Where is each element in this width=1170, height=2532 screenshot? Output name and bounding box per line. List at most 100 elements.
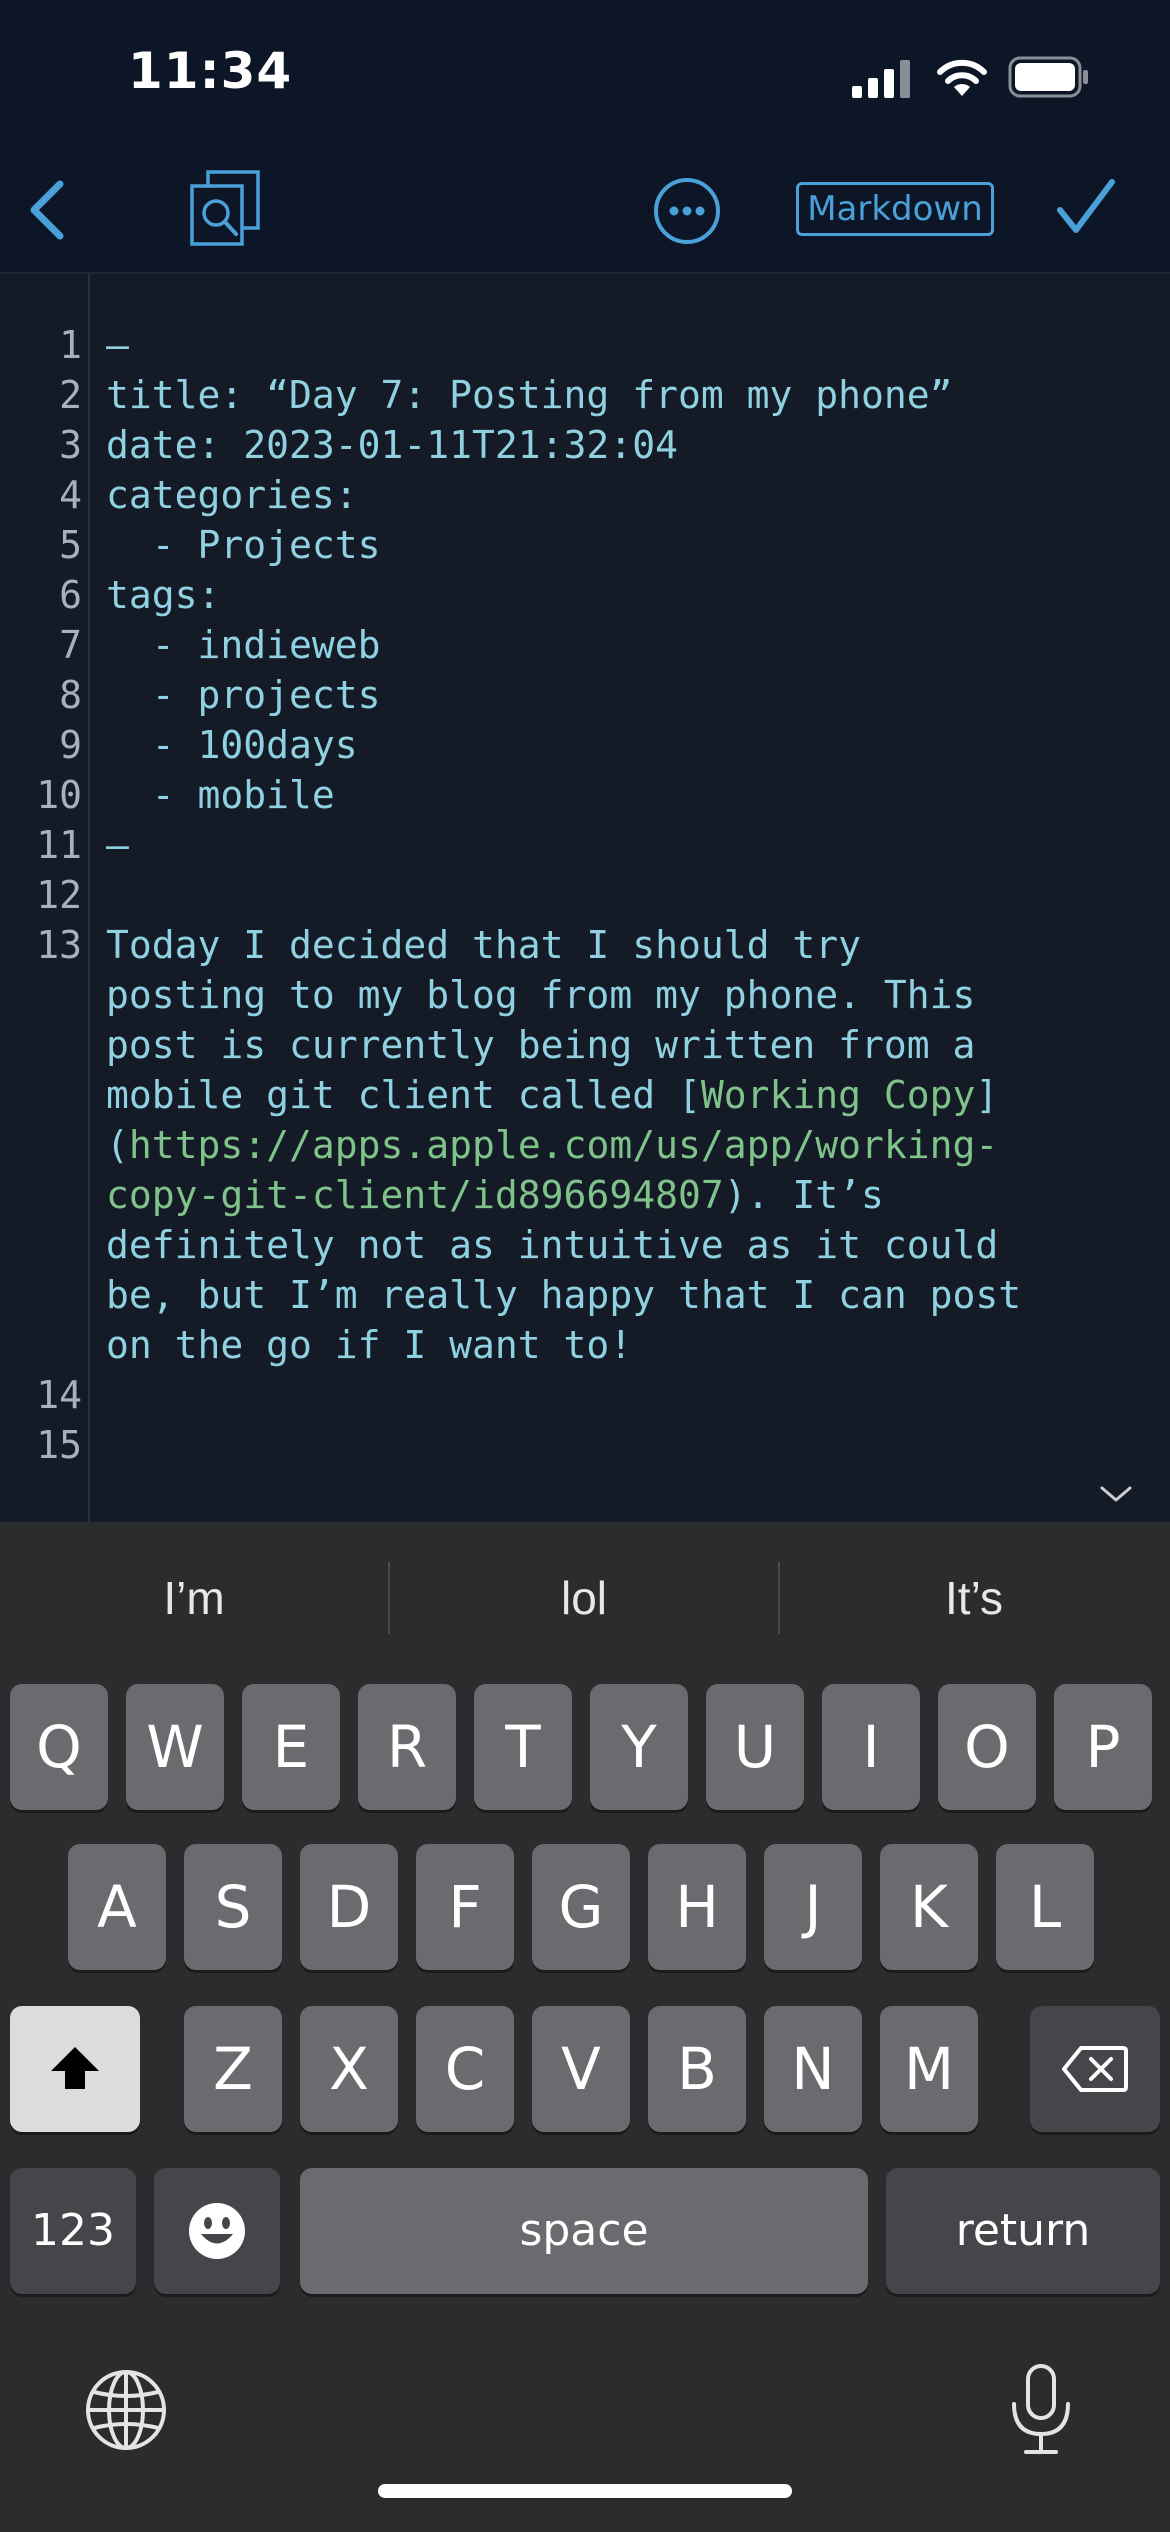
signal-icon [852,60,910,98]
link-text: Working Copy [700,1073,976,1117]
suggestion-3[interactable]: It’s [780,1550,1168,1646]
line-number: 5 [59,523,82,567]
key-h[interactable]: H [648,1844,746,1970]
code-line: on the go if I want to! [106,1320,632,1370]
key-w[interactable]: W [126,1684,224,1810]
line-text: — [106,323,129,367]
wifi-icon [937,59,987,96]
key-m[interactable]: M [880,2006,978,2132]
key-s[interactable]: S [184,1844,282,1970]
line-number: 12 [36,873,82,917]
format-badge[interactable]: Markdown [796,182,994,236]
key-t[interactable]: T [474,1684,572,1810]
microphone-icon[interactable] [1006,2362,1076,2458]
code-line: title: “Day 7: Posting from my phone” [106,370,952,420]
line-text: categories: [106,473,358,517]
code-line: — [106,820,129,870]
key-e[interactable]: E [242,1684,340,1810]
code-line: definitely not as intuitive as it could [106,1220,998,1270]
checkmark-icon[interactable] [1054,176,1118,240]
link-text: https://apps.apple.com/us/app/working- [128,1123,999,1167]
key-b[interactable]: B [648,2006,746,2132]
status-time: 11:34 [128,42,293,100]
key-l[interactable]: L [996,1844,1094,1970]
line-text: definitely not as intuitive as it could [106,1223,999,1267]
key-c[interactable]: C [416,2006,514,2132]
line-number: 13 [36,923,82,967]
space-key[interactable]: space [300,2168,868,2294]
line-text: on the go if I want to! [106,1323,633,1367]
key-u[interactable]: U [706,1684,804,1810]
code-line: (https://apps.apple.com/us/app/working- [106,1120,998,1170]
shift-icon [51,2047,99,2089]
key-p[interactable]: P [1054,1684,1152,1810]
key-i[interactable]: I [822,1684,920,1810]
emoji-icon [189,2203,245,2259]
line-number: 6 [59,573,82,617]
line-text: - mobile [106,773,335,817]
line-text: — [106,823,129,867]
keyboard: I’m lol It’s QWERTYUIOPASDFGHJKLZXCVBNM … [0,1522,1170,2532]
line-number: 8 [59,673,82,717]
line-number: 9 [59,723,82,767]
key-o[interactable]: O [938,1684,1036,1810]
code-line: mobile git client called [Working Copy] [106,1070,998,1120]
line-text: post is currently being written from a [106,1023,976,1067]
code-editor[interactable]: 1 — 2 title: “Day 7: Posting from my phone”… [0,274,1170,1522]
search-documents-icon[interactable] [186,168,266,248]
globe-icon[interactable] [84,2368,168,2452]
back-chevron-icon[interactable] [22,176,70,244]
key-k[interactable]: K [880,1844,978,1970]
code-line: - projects [106,670,381,720]
line-text: - 100days [106,723,358,767]
code-line: categories: [106,470,358,520]
key-n[interactable]: N [764,2006,862,2132]
key-r[interactable]: R [358,1684,456,1810]
line-number: 14 [36,1373,82,1417]
line-number: 1 [59,323,82,367]
key-y[interactable]: Y [590,1684,688,1810]
code-line: posting to my blog from my phone. This [106,970,975,1020]
code-line: tags: [106,570,220,620]
key-a[interactable]: A [68,1844,166,1970]
code-line: - 100days [106,720,358,770]
more-icon[interactable] [652,176,722,246]
shift-key[interactable] [10,2006,140,2132]
emoji-key[interactable] [154,2168,280,2294]
numbers-key[interactable]: 123 [10,2168,136,2294]
delete-icon [1062,2046,1128,2092]
code-line: copy-git-client/id896694807). It’s [106,1170,884,1220]
code-line: - mobile [106,770,335,820]
key-q[interactable]: Q [10,1684,108,1810]
line-text: be, but I’m really happy that I can post [106,1273,1022,1317]
suggestion-1[interactable]: I’m [0,1550,388,1646]
home-indicator[interactable] [378,2484,792,2498]
return-key[interactable]: return [886,2168,1160,2294]
line-text: date: 2023-01-11T21:32:04 [106,423,678,467]
line-number: 15 [36,1423,82,1467]
key-x[interactable]: X [300,2006,398,2132]
delete-key[interactable] [1030,2006,1160,2132]
line-text: - projects [106,673,381,717]
gutter-divider [88,274,90,1522]
key-d[interactable]: D [300,1844,398,1970]
key-v[interactable]: V [532,2006,630,2132]
line-text: ( [106,1123,129,1167]
key-z[interactable]: Z [184,2006,282,2132]
line-text: ] [975,1073,999,1117]
line-text: mobile git client called [ [106,1073,701,1117]
code-line: Today I decided that I should try [106,920,861,970]
line-number: 4 [59,473,82,517]
key-f[interactable]: F [416,1844,514,1970]
line-number: 7 [59,623,82,667]
key-j[interactable]: J [764,1844,862,1970]
battery-icon [1008,56,1088,98]
line-text: - Projects [106,523,381,567]
key-g[interactable]: G [532,1844,630,1970]
line-text: posting to my blog from my phone. This [106,973,976,1017]
chevron-down-icon[interactable] [1098,1482,1134,1506]
line-text: ). It’s [723,1173,884,1217]
line-number: 10 [36,773,82,817]
line-number: 2 [59,373,82,417]
suggestion-2[interactable]: lol [390,1550,778,1646]
